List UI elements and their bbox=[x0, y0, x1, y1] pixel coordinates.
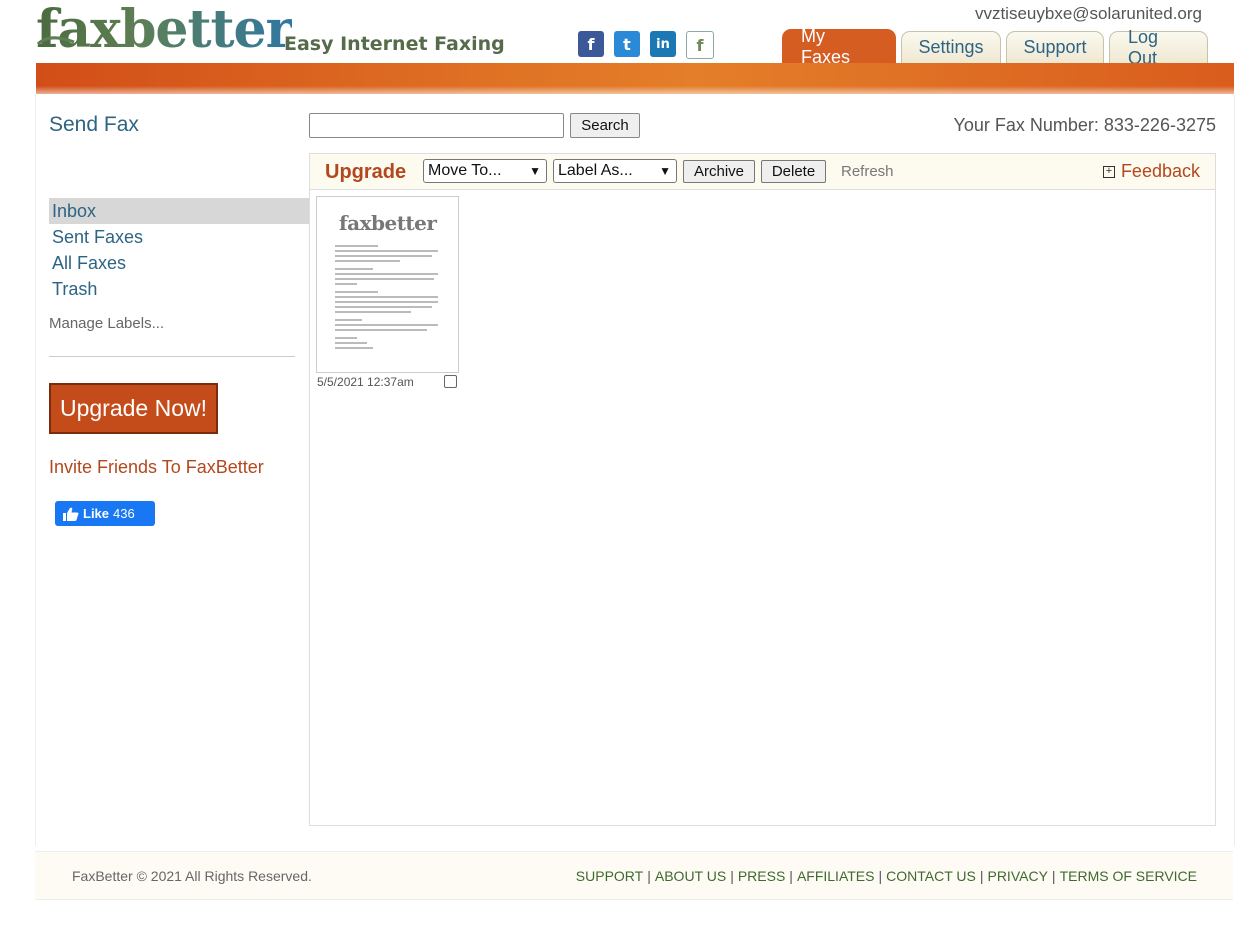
footer-link-support[interactable]: SUPPORT bbox=[576, 868, 643, 884]
header-bar bbox=[36, 63, 1234, 94]
social-links: f t in f bbox=[578, 31, 714, 59]
move-to-select[interactable]: Move To... ▼ bbox=[423, 159, 547, 183]
footer-link-press[interactable]: PRESS bbox=[738, 868, 785, 884]
tagline: Easy Internet Faxing bbox=[284, 33, 505, 55]
thumbnail-text-lines bbox=[335, 245, 443, 352]
fax-panel: Upgrade Move To... ▼ Label As... ▼ Archi… bbox=[309, 153, 1216, 826]
label-as-select[interactable]: Label As... ▼ bbox=[553, 159, 677, 183]
footer-link-contact-us[interactable]: CONTACT US bbox=[886, 868, 976, 884]
fax-date: 5/5/2021 12:37am bbox=[317, 375, 414, 389]
send-fax-link[interactable]: Send Fax bbox=[49, 113, 139, 137]
footer-link-terms[interactable]: TERMS OF SERVICE bbox=[1060, 868, 1197, 884]
nav-item-all-faxes[interactable]: All Faxes bbox=[49, 250, 309, 276]
toolbar-upgrade-link[interactable]: Upgrade bbox=[325, 161, 406, 184]
search-input[interactable] bbox=[309, 113, 564, 138]
thumbs-up-icon bbox=[63, 507, 79, 521]
sidebar-divider bbox=[49, 356, 295, 357]
footer-link-about-us[interactable]: ABOUT US bbox=[655, 868, 726, 884]
refresh-link[interactable]: Refresh bbox=[841, 163, 894, 180]
linkedin-icon[interactable]: in bbox=[650, 31, 676, 57]
feedback-link[interactable]: + Feedback bbox=[1102, 161, 1200, 182]
tab-log-out[interactable]: Log Out bbox=[1109, 27, 1208, 68]
expand-icon: + bbox=[1102, 165, 1115, 178]
footer-link-privacy[interactable]: PRIVACY bbox=[987, 868, 1047, 884]
tab-support[interactable]: Support bbox=[1006, 31, 1104, 63]
nav-item-inbox[interactable]: Inbox bbox=[49, 198, 309, 224]
fax-select-checkbox[interactable] bbox=[444, 375, 457, 388]
footer: FaxBetter © 2021 All Rights Reserved. SU… bbox=[35, 851, 1233, 900]
footer-links: SUPPORT | ABOUT US | PRESS | AFFILIATES | CONTAC… bbox=[575, 868, 1197, 884]
nav-item-trash[interactable]: Trash bbox=[49, 276, 309, 302]
like-count: 436 bbox=[113, 506, 135, 521]
tab-my-faxes[interactable]: My Faxes bbox=[782, 26, 896, 67]
label-as-value: Label As... bbox=[558, 162, 633, 179]
facebook-like-button[interactable]: Like 436 bbox=[55, 501, 155, 526]
faxbetter-icon[interactable]: f bbox=[686, 31, 714, 59]
move-to-value: Move To... bbox=[428, 162, 502, 179]
upgrade-now-button[interactable]: Upgrade Now! bbox=[49, 383, 218, 434]
twitter-icon[interactable]: t bbox=[614, 31, 640, 57]
folder-nav: Inbox Sent Faxes All Faxes Trash bbox=[49, 198, 309, 302]
fax-toolbar: Upgrade Move To... ▼ Label As... ▼ Archi… bbox=[310, 154, 1215, 190]
delete-button[interactable]: Delete bbox=[761, 160, 826, 183]
fax-number: Your Fax Number: 833-226-3275 bbox=[953, 115, 1217, 135]
archive-button[interactable]: Archive bbox=[683, 160, 755, 183]
nav-item-sent-faxes[interactable]: Sent Faxes bbox=[49, 224, 309, 250]
like-label: Like bbox=[83, 506, 110, 521]
thumbnail-logo: faxbetter bbox=[339, 211, 437, 235]
tab-settings[interactable]: Settings bbox=[901, 31, 1001, 63]
copyright: FaxBetter © 2021 All Rights Reserved. bbox=[72, 868, 312, 884]
fax-thumbnail[interactable]: faxbetter bbox=[316, 196, 459, 373]
footer-link-affiliates[interactable]: AFFILIATES bbox=[797, 868, 875, 884]
facebook-icon[interactable]: f bbox=[578, 31, 604, 57]
logo-swoosh-icon bbox=[36, 36, 75, 46]
feedback-label: Feedback bbox=[1120, 161, 1200, 181]
user-email: vvztiseuybxe@solarunited.org bbox=[974, 4, 1202, 23]
search-button[interactable]: Search bbox=[570, 113, 640, 138]
main-tabs: My Faxes Settings Support Log Out bbox=[782, 26, 1208, 68]
invite-friends-link[interactable]: Invite Friends To FaxBetter bbox=[49, 457, 264, 478]
chevron-down-icon: ▼ bbox=[529, 164, 541, 178]
chevron-down-icon: ▼ bbox=[659, 164, 671, 178]
manage-labels-link[interactable]: Manage Labels... bbox=[49, 315, 164, 332]
